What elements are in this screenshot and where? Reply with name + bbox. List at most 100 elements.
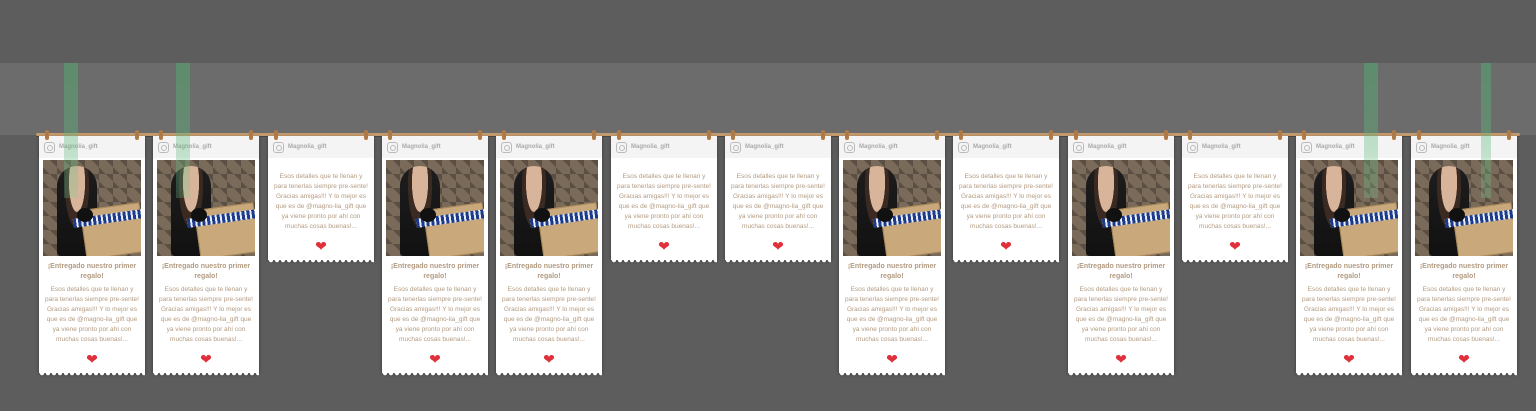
clothespin xyxy=(1278,130,1282,140)
post-caption: Esos detalles que te llenan y para tener… xyxy=(274,173,368,230)
clothespin xyxy=(959,130,963,140)
heart-icon[interactable]: ❤ xyxy=(611,238,717,254)
post-photo[interactable] xyxy=(43,160,141,256)
card-header: Magnolia_gift xyxy=(153,136,259,158)
clothespin xyxy=(274,130,278,140)
post-photo[interactable] xyxy=(1300,160,1398,256)
username[interactable]: Magnolia_gift xyxy=(859,144,898,150)
photo-bow xyxy=(1449,208,1465,222)
card-header: Magnolia_gift xyxy=(839,136,945,158)
post-card[interactable]: Magnolia_gift ¡Entregado nuestro primer … xyxy=(496,130,602,376)
post-card[interactable]: Magnolia_gift Esos detalles que te llena… xyxy=(268,130,374,263)
post-card[interactable]: Magnolia_gift ¡Entregado nuestro primer … xyxy=(382,130,488,376)
username[interactable]: Magnolia_gift xyxy=(631,144,670,150)
instagram-icon xyxy=(387,141,398,153)
clothespin xyxy=(707,130,711,140)
post-card[interactable]: Magnolia_gift ¡Entregado nuestro primer … xyxy=(1411,130,1517,376)
post-photo[interactable] xyxy=(157,160,255,256)
post-caption: Esos detalles que te llenan y para tener… xyxy=(388,286,482,343)
username[interactable]: Magnolia_gift xyxy=(288,144,327,150)
top-band xyxy=(0,63,1536,135)
clothespin xyxy=(592,130,596,140)
photo-bow xyxy=(1334,208,1350,222)
post-card[interactable]: Magnolia_gift Esos detalles que te llena… xyxy=(1182,130,1288,263)
post-caption: Esos detalles que te llenan y para tener… xyxy=(731,173,825,230)
instagram-icon xyxy=(273,141,284,153)
heart-icon[interactable]: ❤ xyxy=(1182,238,1288,254)
card-header: Magnolia_gift xyxy=(1296,136,1402,158)
heart-icon[interactable]: ❤ xyxy=(496,351,602,367)
card-header: Magnolia_gift xyxy=(725,136,831,158)
post-card[interactable]: Magnolia_gift ¡Entregado nuestro primer … xyxy=(39,130,145,376)
card-header: Magnolia_gift xyxy=(1411,136,1517,158)
heart-icon[interactable]: ❤ xyxy=(1068,351,1174,367)
photo-bow xyxy=(534,208,550,222)
post-card[interactable]: Magnolia_gift Esos detalles que te llena… xyxy=(953,130,1059,263)
post-caption: Esos detalles que te llenan y para tener… xyxy=(502,286,596,343)
post-title: ¡Entregado nuestro primer regalo! xyxy=(1304,263,1394,280)
clothespin xyxy=(249,130,253,140)
photo-bow xyxy=(1106,208,1122,222)
post-card[interactable]: Magnolia_gift Esos detalles que te llena… xyxy=(611,130,717,263)
instagram-icon xyxy=(730,141,741,153)
clothespin xyxy=(388,130,392,140)
post-caption: Esos detalles que te llenan y para tener… xyxy=(45,286,139,343)
card-header: Magnolia_gift xyxy=(382,136,488,158)
post-caption: Esos detalles que te llenan y para tener… xyxy=(1188,173,1282,230)
username[interactable]: Magnolia_gift xyxy=(1431,144,1470,150)
heart-icon[interactable]: ❤ xyxy=(839,351,945,367)
heart-icon[interactable]: ❤ xyxy=(382,351,488,367)
photo-bow xyxy=(77,208,93,222)
post-photo[interactable] xyxy=(843,160,941,256)
post-photo[interactable] xyxy=(1415,160,1513,256)
post-caption: Esos detalles que te llenan y para tener… xyxy=(959,173,1053,230)
post-title: ¡Entregado nuestro primer regalo! xyxy=(390,263,480,280)
card-header: Magnolia_gift xyxy=(953,136,1059,158)
username[interactable]: Magnolia_gift xyxy=(973,144,1012,150)
heart-icon[interactable]: ❤ xyxy=(39,351,145,367)
post-photo[interactable] xyxy=(1072,160,1170,256)
username[interactable]: Magnolia_gift xyxy=(402,144,441,150)
instagram-icon xyxy=(501,141,512,153)
clothespin xyxy=(1302,130,1306,140)
username[interactable]: Magnolia_gift xyxy=(1088,144,1127,150)
heart-icon[interactable]: ❤ xyxy=(268,238,374,254)
post-card[interactable]: Magnolia_gift ¡Entregado nuestro primer … xyxy=(1296,130,1402,376)
username[interactable]: Magnolia_gift xyxy=(516,144,555,150)
instagram-icon xyxy=(616,141,627,153)
post-caption: Esos detalles que te llenan y para tener… xyxy=(845,286,939,343)
clothespin xyxy=(731,130,735,140)
username[interactable]: Magnolia_gift xyxy=(745,144,784,150)
heart-icon[interactable]: ❤ xyxy=(725,238,831,254)
username[interactable]: Magnolia_gift xyxy=(1202,144,1241,150)
clothespin xyxy=(1392,130,1396,140)
post-photo[interactable] xyxy=(500,160,598,256)
post-photo[interactable] xyxy=(386,160,484,256)
clothespin xyxy=(617,130,621,140)
photo-bow xyxy=(420,208,436,222)
post-card[interactable]: Magnolia_gift ¡Entregado nuestro primer … xyxy=(1068,130,1174,376)
post-title: ¡Entregado nuestro primer regalo! xyxy=(847,263,937,280)
card-header: Magnolia_gift xyxy=(611,136,717,158)
card-header: Magnolia_gift xyxy=(268,136,374,158)
post-card[interactable]: Magnolia_gift ¡Entregado nuestro primer … xyxy=(839,130,945,376)
post-caption: Esos detalles que te llenan y para tener… xyxy=(1074,286,1168,343)
heart-icon[interactable]: ❤ xyxy=(1296,351,1402,367)
post-card[interactable]: Magnolia_gift Esos detalles que te llena… xyxy=(725,130,831,263)
clothespin xyxy=(364,130,368,140)
clothespin xyxy=(1507,130,1511,140)
heart-icon[interactable]: ❤ xyxy=(153,351,259,367)
post-title: ¡Entregado nuestro primer regalo! xyxy=(504,263,594,280)
instagram-icon xyxy=(1073,141,1084,153)
card-header: Magnolia_gift xyxy=(1182,136,1288,158)
username[interactable]: Magnolia_gift xyxy=(1316,144,1355,150)
heart-icon[interactable]: ❤ xyxy=(953,238,1059,254)
post-card[interactable]: Magnolia_gift ¡Entregado nuestro primer … xyxy=(153,130,259,376)
clothespin xyxy=(935,130,939,140)
post-caption: Esos detalles que te llenan y para tener… xyxy=(1302,286,1396,343)
highlight-stripe xyxy=(1364,63,1378,198)
clothespin xyxy=(502,130,506,140)
highlight-stripe xyxy=(1481,63,1491,198)
heart-icon[interactable]: ❤ xyxy=(1411,351,1517,367)
photo-bow xyxy=(877,208,893,222)
